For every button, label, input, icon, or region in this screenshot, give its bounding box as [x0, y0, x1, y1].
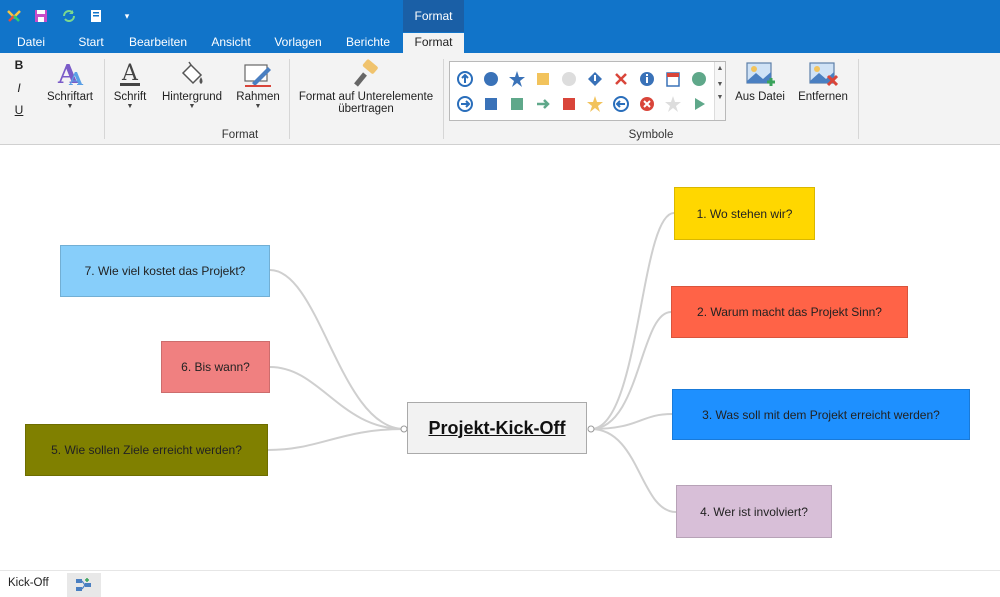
- red-square-icon[interactable]: [560, 95, 578, 113]
- format-auf-unterelemente-button[interactable]: Format auf Unterelemente übertragen: [294, 57, 438, 115]
- qat-customize-icon[interactable]: ▾: [117, 6, 137, 26]
- green-square-icon[interactable]: [508, 95, 526, 113]
- chevron-down-icon: ▼: [188, 103, 196, 110]
- connector-lines: [267, 212, 677, 513]
- gallery-more-icon[interactable]: ▼: [715, 94, 725, 101]
- gallery-scrollbar[interactable]: ▲ ▼ ▼: [714, 62, 725, 120]
- font-color-icon: A: [108, 57, 152, 91]
- gray-star-icon[interactable]: [664, 95, 682, 113]
- symbols-group-label: Symbole: [628, 129, 674, 141]
- schrift-label: Schrift: [113, 91, 147, 103]
- topic-node-5[interactable]: 5. Wie sollen Ziele erreicht werden?: [25, 424, 268, 476]
- symbol-gallery: ▲ ▼ ▼: [449, 61, 726, 121]
- format-painter-icon: [294, 57, 438, 91]
- blue-star-icon[interactable]: [508, 70, 526, 88]
- aus-datei-label: Aus Datei: [735, 91, 785, 103]
- sheet-tab-kick-off[interactable]: Kick-Off: [8, 577, 49, 589]
- yellow-star-icon[interactable]: [586, 95, 604, 113]
- arrow-right-circle-icon[interactable]: [456, 95, 474, 113]
- entfernen-label: Entfernen: [798, 91, 848, 103]
- topic-node-7[interactable]: 7. Wie viel kostet das Projekt?: [60, 245, 270, 297]
- tab-berichte[interactable]: Berichte: [338, 35, 398, 53]
- tab-datei[interactable]: Datei: [8, 35, 54, 53]
- blue-circle-icon[interactable]: [482, 70, 500, 88]
- print-icon[interactable]: [86, 6, 106, 26]
- topic-node-2[interactable]: 2. Warum macht das Projekt Sinn?: [671, 286, 908, 338]
- title-bar: ▾ Format Datei Start Bearbeiten Ansicht …: [0, 0, 1000, 53]
- tab-start[interactable]: Start: [70, 35, 112, 53]
- underline-button[interactable]: U: [12, 103, 26, 117]
- calendar-icon[interactable]: [664, 70, 682, 88]
- rahmen-button[interactable]: Rahmen ▼: [232, 57, 284, 110]
- image-remove-icon: [794, 57, 852, 91]
- format-sub-label-2: übertragen: [338, 103, 394, 115]
- tab-format[interactable]: Format: [403, 33, 464, 53]
- paint-bucket-icon: [156, 57, 228, 91]
- gray-circle-icon[interactable]: [560, 70, 578, 88]
- red-cross-icon[interactable]: [612, 70, 630, 88]
- ribbon: B I U AA Schriftart ▼ A Schrift ▼ Hinter…: [0, 53, 1000, 145]
- topic-node-3[interactable]: 3. Was soll mit dem Projekt erreicht wer…: [672, 389, 970, 440]
- format-sub-label-1: Format auf Unterelemente: [298, 91, 434, 103]
- green-play-icon[interactable]: [690, 95, 708, 113]
- topic-node-6[interactable]: 6. Bis wann?: [161, 341, 270, 393]
- tab-bearbeiten[interactable]: Bearbeiten: [122, 35, 194, 53]
- sheet-tab-bar: Kick-Off: [0, 570, 1000, 597]
- scroll-down-icon[interactable]: ▼: [715, 81, 725, 88]
- red-x-circle-icon[interactable]: [638, 95, 656, 113]
- scroll-up-icon[interactable]: ▲: [715, 65, 725, 72]
- chevron-down-icon: ▼: [66, 103, 74, 110]
- save-icon[interactable]: [31, 6, 51, 26]
- chevron-down-icon: ▼: [126, 103, 134, 110]
- topic-node-4[interactable]: 4. Wer ist involviert?: [676, 485, 832, 538]
- schriftart-label: Schriftart: [46, 91, 93, 103]
- mindmap-canvas[interactable]: Projekt-Kick-Off 1. Wo stehen wir? 2. Wa…: [0, 146, 1000, 570]
- bold-button[interactable]: B: [12, 58, 26, 72]
- add-sheet-icon[interactable]: [67, 573, 101, 597]
- green-circle-icon[interactable]: [690, 70, 708, 88]
- arrow-up-circle-icon[interactable]: [456, 70, 474, 88]
- aus-datei-button[interactable]: Aus Datei: [732, 57, 788, 103]
- font-icon: AA: [40, 57, 100, 91]
- image-add-icon: [732, 57, 788, 91]
- svg-text:A: A: [68, 69, 84, 89]
- info-icon[interactable]: [638, 70, 656, 88]
- arrow-left-circle-icon[interactable]: [612, 95, 630, 113]
- tab-ansicht[interactable]: Ansicht: [203, 35, 259, 53]
- svg-text:A: A: [121, 61, 139, 86]
- refresh-icon[interactable]: [59, 6, 79, 26]
- app-icon[interactable]: [4, 6, 24, 26]
- entfernen-button[interactable]: Entfernen: [794, 57, 852, 103]
- chevron-down-icon: ▼: [254, 103, 262, 110]
- schrift-button[interactable]: A Schrift ▼: [108, 57, 152, 110]
- border-pen-icon: [232, 57, 284, 91]
- rahmen-label: Rahmen: [236, 91, 280, 103]
- topic-node-1[interactable]: 1. Wo stehen wir?: [674, 187, 815, 240]
- blue-diamond-icon[interactable]: [586, 70, 604, 88]
- tab-vorlagen[interactable]: Vorlagen: [267, 35, 329, 53]
- format-group-label: Format: [221, 129, 259, 141]
- central-topic[interactable]: Projekt-Kick-Off: [407, 402, 587, 454]
- schriftart-button[interactable]: AA Schriftart ▼: [40, 57, 100, 110]
- hintergrund-label: Hintergrund: [161, 91, 223, 103]
- contextual-tab-header: Format: [403, 0, 464, 32]
- hintergrund-button[interactable]: Hintergrund ▼: [156, 57, 228, 110]
- italic-button[interactable]: I: [12, 81, 26, 95]
- blue-square-icon[interactable]: [482, 95, 500, 113]
- yellow-square-icon[interactable]: [534, 70, 552, 88]
- green-arrow-icon[interactable]: [534, 95, 552, 113]
